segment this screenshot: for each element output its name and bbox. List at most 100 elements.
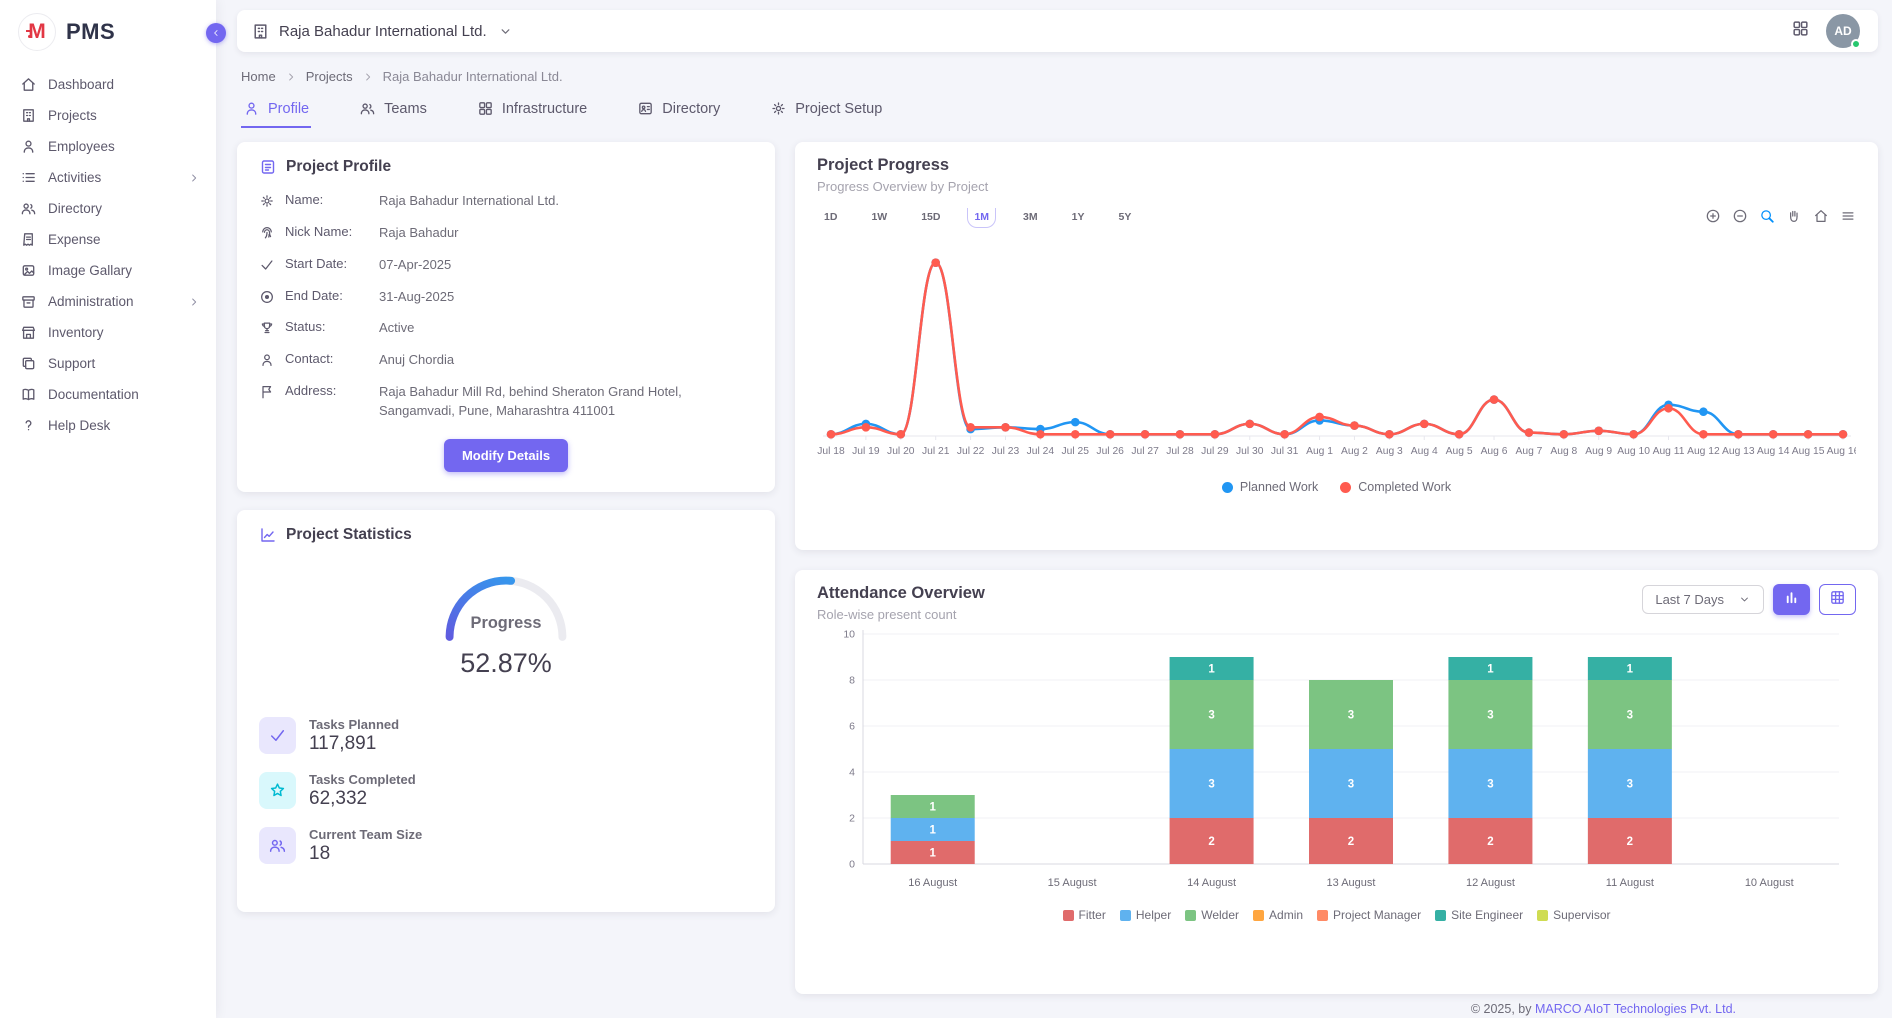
stats-card-title: Project Statistics — [286, 526, 412, 544]
table-grid-icon — [1829, 589, 1846, 611]
sidebar-item-expense[interactable]: Expense — [0, 224, 216, 255]
tab-infrastructure[interactable]: Infrastructure — [475, 92, 589, 128]
svg-text:12 August: 12 August — [1466, 877, 1515, 889]
project-progress-card: Project Progress Progress Overview by Pr… — [795, 142, 1878, 550]
breadcrumb-separator-icon — [285, 71, 297, 83]
chart-menu-icon[interactable] — [1840, 208, 1856, 224]
legend-dot — [1340, 482, 1351, 493]
range-button-1y[interactable]: 1Y — [1065, 208, 1092, 228]
store-icon — [20, 324, 37, 341]
profile-fields: Name:Raja Bahadur International Ltd.Nick… — [259, 192, 753, 421]
profile-card-icon — [259, 158, 277, 176]
legend-item-admin[interactable]: Admin — [1253, 908, 1303, 922]
sidebar-item-label: Directory — [48, 201, 200, 216]
pan-icon[interactable] — [1786, 208, 1802, 224]
field-value: Anuj Chordia — [379, 351, 454, 370]
svg-text:Jul 26: Jul 26 — [1096, 446, 1124, 457]
breadcrumb-item[interactable]: Home — [241, 69, 276, 84]
profile-field: Status:Active — [259, 319, 753, 338]
svg-text:1: 1 — [1487, 664, 1494, 676]
tab-profile[interactable]: Profile — [241, 92, 311, 128]
progress-line-chart[interactable]: Jul 18Jul 19Jul 20Jul 21Jul 22Jul 23Jul … — [817, 228, 1856, 478]
svg-text:Aug 11: Aug 11 — [1653, 446, 1685, 457]
legend-label: Fitter — [1079, 908, 1106, 922]
app-logo[interactable]: M PMS — [0, 0, 216, 61]
selection-zoom-icon[interactable] — [1759, 208, 1775, 224]
apps-grid-button[interactable] — [1791, 19, 1810, 44]
legend-item[interactable]: Planned Work — [1222, 480, 1318, 494]
legend-item[interactable]: Completed Work — [1340, 480, 1451, 494]
legend-label: Supervisor — [1553, 908, 1610, 922]
range-button-1m[interactable]: 1M — [967, 208, 996, 228]
tab-label: Profile — [268, 101, 309, 117]
svg-text:1: 1 — [1627, 664, 1634, 676]
star-icon — [259, 772, 296, 809]
svg-text:Aug 9: Aug 9 — [1585, 446, 1612, 457]
chevron-down-icon — [1738, 593, 1751, 606]
breadcrumb-item[interactable]: Projects — [306, 69, 353, 84]
attendance-bar-chart[interactable]: 024681011116 August15 August233114 Augus… — [817, 622, 1856, 904]
svg-text:Aug 3: Aug 3 — [1376, 446, 1403, 457]
bar-view-button[interactable] — [1773, 584, 1810, 615]
svg-text:2: 2 — [849, 813, 855, 825]
tab-label: Teams — [384, 101, 427, 117]
sidebar-item-directory[interactable]: Directory — [0, 193, 216, 224]
svg-text:6: 6 — [849, 721, 855, 733]
sidebar-item-administration[interactable]: Administration — [0, 286, 216, 317]
sidebar-item-label: Documentation — [48, 387, 200, 402]
profile-field: Name:Raja Bahadur International Ltd. — [259, 192, 753, 211]
building-icon — [20, 107, 37, 124]
zoom-out-icon[interactable] — [1732, 208, 1748, 224]
reset-zoom-icon[interactable] — [1813, 208, 1829, 224]
topbar: Raja Bahadur International Ltd. AD — [237, 10, 1878, 52]
range-button-5y[interactable]: 5Y — [1111, 208, 1138, 228]
tab-label: Project Setup — [795, 101, 882, 117]
svg-text:Jul 31: Jul 31 — [1271, 446, 1299, 457]
right-column: Project Progress Progress Overview by Pr… — [795, 142, 1878, 994]
user-avatar[interactable]: AD — [1826, 14, 1860, 48]
sidebar-item-image-gallary[interactable]: Image Gallary — [0, 255, 216, 286]
sidebar-collapse-button[interactable] — [206, 23, 226, 43]
zoom-in-icon[interactable] — [1705, 208, 1721, 224]
footer-company-link[interactable]: MARCO AIoT Technologies Pvt. Ltd. — [1535, 1002, 1736, 1016]
gauge-label: Progress — [471, 614, 542, 632]
svg-text:3: 3 — [1487, 710, 1493, 722]
footer-copy: © 2025, by — [1471, 1002, 1535, 1016]
legend-item-helper[interactable]: Helper — [1120, 908, 1171, 922]
sidebar-item-projects[interactable]: Projects — [0, 100, 216, 131]
range-button-15d[interactable]: 15D — [914, 208, 947, 228]
attendance-range-select[interactable]: Last 7 Days — [1642, 585, 1764, 614]
avatar-initials: AD — [1834, 24, 1851, 38]
svg-text:1: 1 — [930, 848, 937, 860]
modify-details-button[interactable]: Modify Details — [444, 439, 568, 472]
book-icon — [20, 386, 37, 403]
svg-text:Aug 5: Aug 5 — [1446, 446, 1473, 457]
sidebar-item-employees[interactable]: Employees — [0, 131, 216, 162]
tab-project-setup[interactable]: Project Setup — [768, 92, 884, 128]
company-selector[interactable]: Raja Bahadur International Ltd. — [251, 22, 513, 41]
legend-item-fitter[interactable]: Fitter — [1063, 908, 1106, 922]
tab-teams[interactable]: Teams — [357, 92, 429, 128]
sidebar-item-support[interactable]: Support — [0, 348, 216, 379]
legend-item-supervisor[interactable]: Supervisor — [1537, 908, 1610, 922]
range-button-1w[interactable]: 1W — [864, 208, 894, 228]
sidebar-item-activities[interactable]: Activities — [0, 162, 216, 193]
legend-item-welder[interactable]: Welder — [1185, 908, 1239, 922]
sidebar-item-dashboard[interactable]: Dashboard — [0, 69, 216, 100]
bar-chart-legend: Fitter Helper Welder Admin Project Manager Si… — [817, 908, 1856, 922]
svg-text:Jul 27: Jul 27 — [1131, 446, 1159, 457]
table-view-button[interactable] — [1819, 584, 1856, 615]
range-button-3m[interactable]: 3M — [1016, 208, 1045, 228]
sidebar-item-help-desk[interactable]: Help Desk — [0, 410, 216, 441]
legend-item-project-manager[interactable]: Project Manager — [1317, 908, 1421, 922]
stat-row-tasks-completed: Tasks Completed62,332 — [259, 772, 753, 810]
sidebar-item-documentation[interactable]: Documentation — [0, 379, 216, 410]
sidebar-item-inventory[interactable]: Inventory — [0, 317, 216, 348]
stat-rows: Tasks Planned117,891Tasks Completed62,33… — [259, 717, 753, 865]
tab-directory[interactable]: Directory — [635, 92, 722, 128]
check-icon — [259, 257, 275, 275]
legend-item-site-engineer[interactable]: Site Engineer — [1435, 908, 1523, 922]
legend-label: Admin — [1269, 908, 1303, 922]
range-button-1d[interactable]: 1D — [817, 208, 844, 228]
contact-icon — [637, 100, 654, 117]
